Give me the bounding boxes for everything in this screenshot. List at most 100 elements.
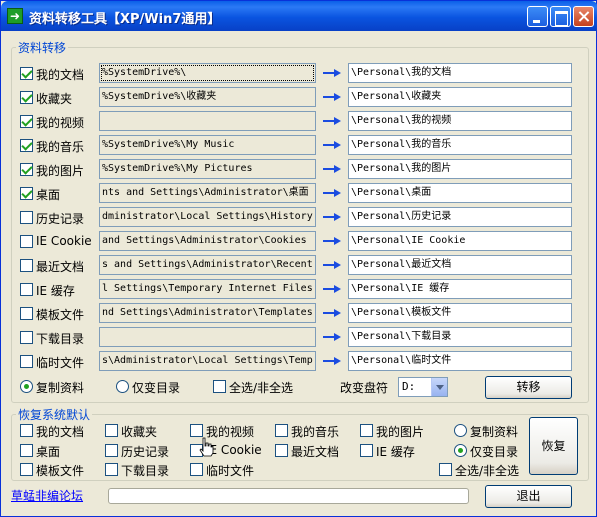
arrow-right-icon <box>323 188 341 198</box>
hand-cursor-icon <box>199 437 214 457</box>
minimize-button[interactable] <box>527 6 548 27</box>
restore-checkbox[interactable] <box>190 424 203 437</box>
arrow-right-icon <box>323 116 341 126</box>
transfer-checkbox[interactable] <box>20 307 33 320</box>
target-path-field[interactable]: \Personal\我的视频 <box>348 111 572 131</box>
restore-mode-dir-only-radio[interactable] <box>454 444 467 457</box>
arrow-right-icon <box>323 212 341 222</box>
target-path-field[interactable]: \Personal\模板文件 <box>348 303 572 323</box>
target-path-field[interactable]: \Personal\历史记录 <box>348 207 572 227</box>
forum-link[interactable]: 草蜢非编论坛 <box>11 487 83 504</box>
restore-checkbox[interactable] <box>20 424 33 437</box>
mode-dir-only-radio[interactable] <box>116 380 129 393</box>
restore-item-label: 下载目录 <box>121 464 170 478</box>
drive-select-value: D: <box>402 380 416 393</box>
arrow-right-icon <box>323 68 341 78</box>
source-path-field[interactable]: %SystemDrive%\My Music <box>99 135 316 155</box>
restore-item-label: 临时文件 <box>206 464 255 478</box>
transfer-button[interactable]: 转移 <box>485 376 572 399</box>
select-all-checkbox[interactable] <box>213 380 226 393</box>
target-path-field[interactable]: \Personal\我的文档 <box>348 63 572 83</box>
restore-item-label: 我的音乐 <box>291 425 340 439</box>
transfer-item-label: 我的音乐 <box>36 140 85 154</box>
target-path-field[interactable]: \Personal\桌面 <box>348 183 572 203</box>
transfer-checkbox[interactable] <box>20 139 33 152</box>
target-path-field[interactable]: \Personal\我的音乐 <box>348 135 572 155</box>
restore-button[interactable]: 恢复 <box>529 417 578 475</box>
target-path-field[interactable]: \Personal\IE 缓存 <box>348 279 572 299</box>
source-path-field[interactable]: %SystemDrive%\收藏夹 <box>99 87 316 107</box>
maximize-button[interactable] <box>550 6 571 27</box>
restore-checkbox[interactable] <box>360 444 373 457</box>
transfer-item-label: IE Cookie <box>36 234 92 248</box>
transfer-item-label: IE 缓存 <box>36 284 75 298</box>
chevron-down-icon[interactable] <box>431 378 447 396</box>
restore-checkbox[interactable] <box>20 463 33 476</box>
source-path-field[interactable]: s and Settings\Administrator\Recent <box>99 255 316 275</box>
arrow-right-icon <box>323 284 341 294</box>
drive-label: 改变盘符 <box>340 381 389 395</box>
arrow-right-icon <box>323 236 341 246</box>
source-path-field[interactable]: s\Administrator\Local Settings\Temp <box>99 351 316 371</box>
target-path-field[interactable]: \Personal\IE Cookie <box>348 231 572 251</box>
source-path-field[interactable]: l Settings\Temporary Internet Files <box>99 279 316 299</box>
target-path-field[interactable]: \Personal\下载目录 <box>348 327 572 347</box>
close-button[interactable] <box>573 6 594 27</box>
arrow-right-icon <box>323 308 341 318</box>
source-path-field[interactable]: %SystemDrive%\ <box>99 63 316 83</box>
transfer-item-label: 下载目录 <box>36 332 85 346</box>
source-path-field[interactable] <box>99 327 316 347</box>
transfer-checkbox[interactable] <box>20 115 33 128</box>
target-path-field[interactable]: \Personal\我的图片 <box>348 159 572 179</box>
progress-bar <box>108 488 469 504</box>
transfer-checkbox[interactable] <box>20 91 33 104</box>
restore-checkbox[interactable] <box>360 424 373 437</box>
restore-item-label: 我的文档 <box>36 425 85 439</box>
source-path-field[interactable]: and Settings\Administrator\Cookies <box>99 231 316 251</box>
restore-item-label: 桌面 <box>36 445 61 459</box>
transfer-item-label: 最近文档 <box>36 260 85 274</box>
restore-checkbox[interactable] <box>105 424 118 437</box>
source-path-field[interactable]: nd Settings\Administrator\Templates <box>99 303 316 323</box>
transfer-checkbox[interactable] <box>20 67 33 80</box>
restore-select-all-label: 全选/非全选 <box>455 464 520 478</box>
restore-select-all-checkbox[interactable] <box>439 463 452 476</box>
transfer-checkbox[interactable] <box>20 259 33 272</box>
transfer-checkbox[interactable] <box>20 163 33 176</box>
transfer-item-label: 收藏夹 <box>36 92 73 106</box>
transfer-checkbox[interactable] <box>20 355 33 368</box>
transfer-item-label: 我的图片 <box>36 164 85 178</box>
transfer-checkbox[interactable] <box>20 283 33 296</box>
mode-dir-only-label: 仅变目录 <box>132 381 181 395</box>
source-path-field[interactable]: %SystemDrive%\My Pictures <box>99 159 316 179</box>
source-path-field[interactable]: dministrator\Local Settings\History <box>99 207 316 227</box>
restore-checkbox[interactable] <box>190 463 203 476</box>
restore-checkbox[interactable] <box>275 444 288 457</box>
title-bar: ➜ 资料转移工具【XP/Win7通用】 <box>1 1 597 31</box>
target-path-field[interactable]: \Personal\最近文档 <box>348 255 572 275</box>
restore-checkbox[interactable] <box>275 424 288 437</box>
drive-select[interactable]: D: <box>398 377 448 397</box>
transfer-checkbox[interactable] <box>20 187 33 200</box>
restore-checkbox[interactable] <box>20 444 33 457</box>
target-path-field[interactable]: \Personal\临时文件 <box>348 351 572 371</box>
transfer-checkbox[interactable] <box>20 331 33 344</box>
restore-checkbox[interactable] <box>105 444 118 457</box>
restore-mode-copy-radio[interactable] <box>454 424 467 437</box>
target-path-field[interactable]: \Personal\收藏夹 <box>348 87 572 107</box>
source-path-field[interactable] <box>99 111 316 131</box>
transfer-item-label: 桌面 <box>36 188 61 202</box>
restore-item-label: 模板文件 <box>36 464 85 478</box>
restore-item-label: IE 缓存 <box>376 445 415 459</box>
mode-copy-radio[interactable] <box>20 380 33 393</box>
transfer-item-label: 历史记录 <box>36 212 85 226</box>
app-arrow-icon: ➜ <box>7 8 23 24</box>
exit-button[interactable]: 退出 <box>485 485 572 508</box>
arrow-right-icon <box>323 140 341 150</box>
app-window: ➜ 资料转移工具【XP/Win7通用】 资料转移 我的文档 %SystemDriv… <box>0 0 597 517</box>
restore-checkbox[interactable] <box>105 463 118 476</box>
transfer-checkbox[interactable] <box>20 235 33 248</box>
source-path-field[interactable]: nts and Settings\Administrator\桌面 <box>99 183 316 203</box>
arrow-right-icon <box>323 164 341 174</box>
transfer-checkbox[interactable] <box>20 211 33 224</box>
